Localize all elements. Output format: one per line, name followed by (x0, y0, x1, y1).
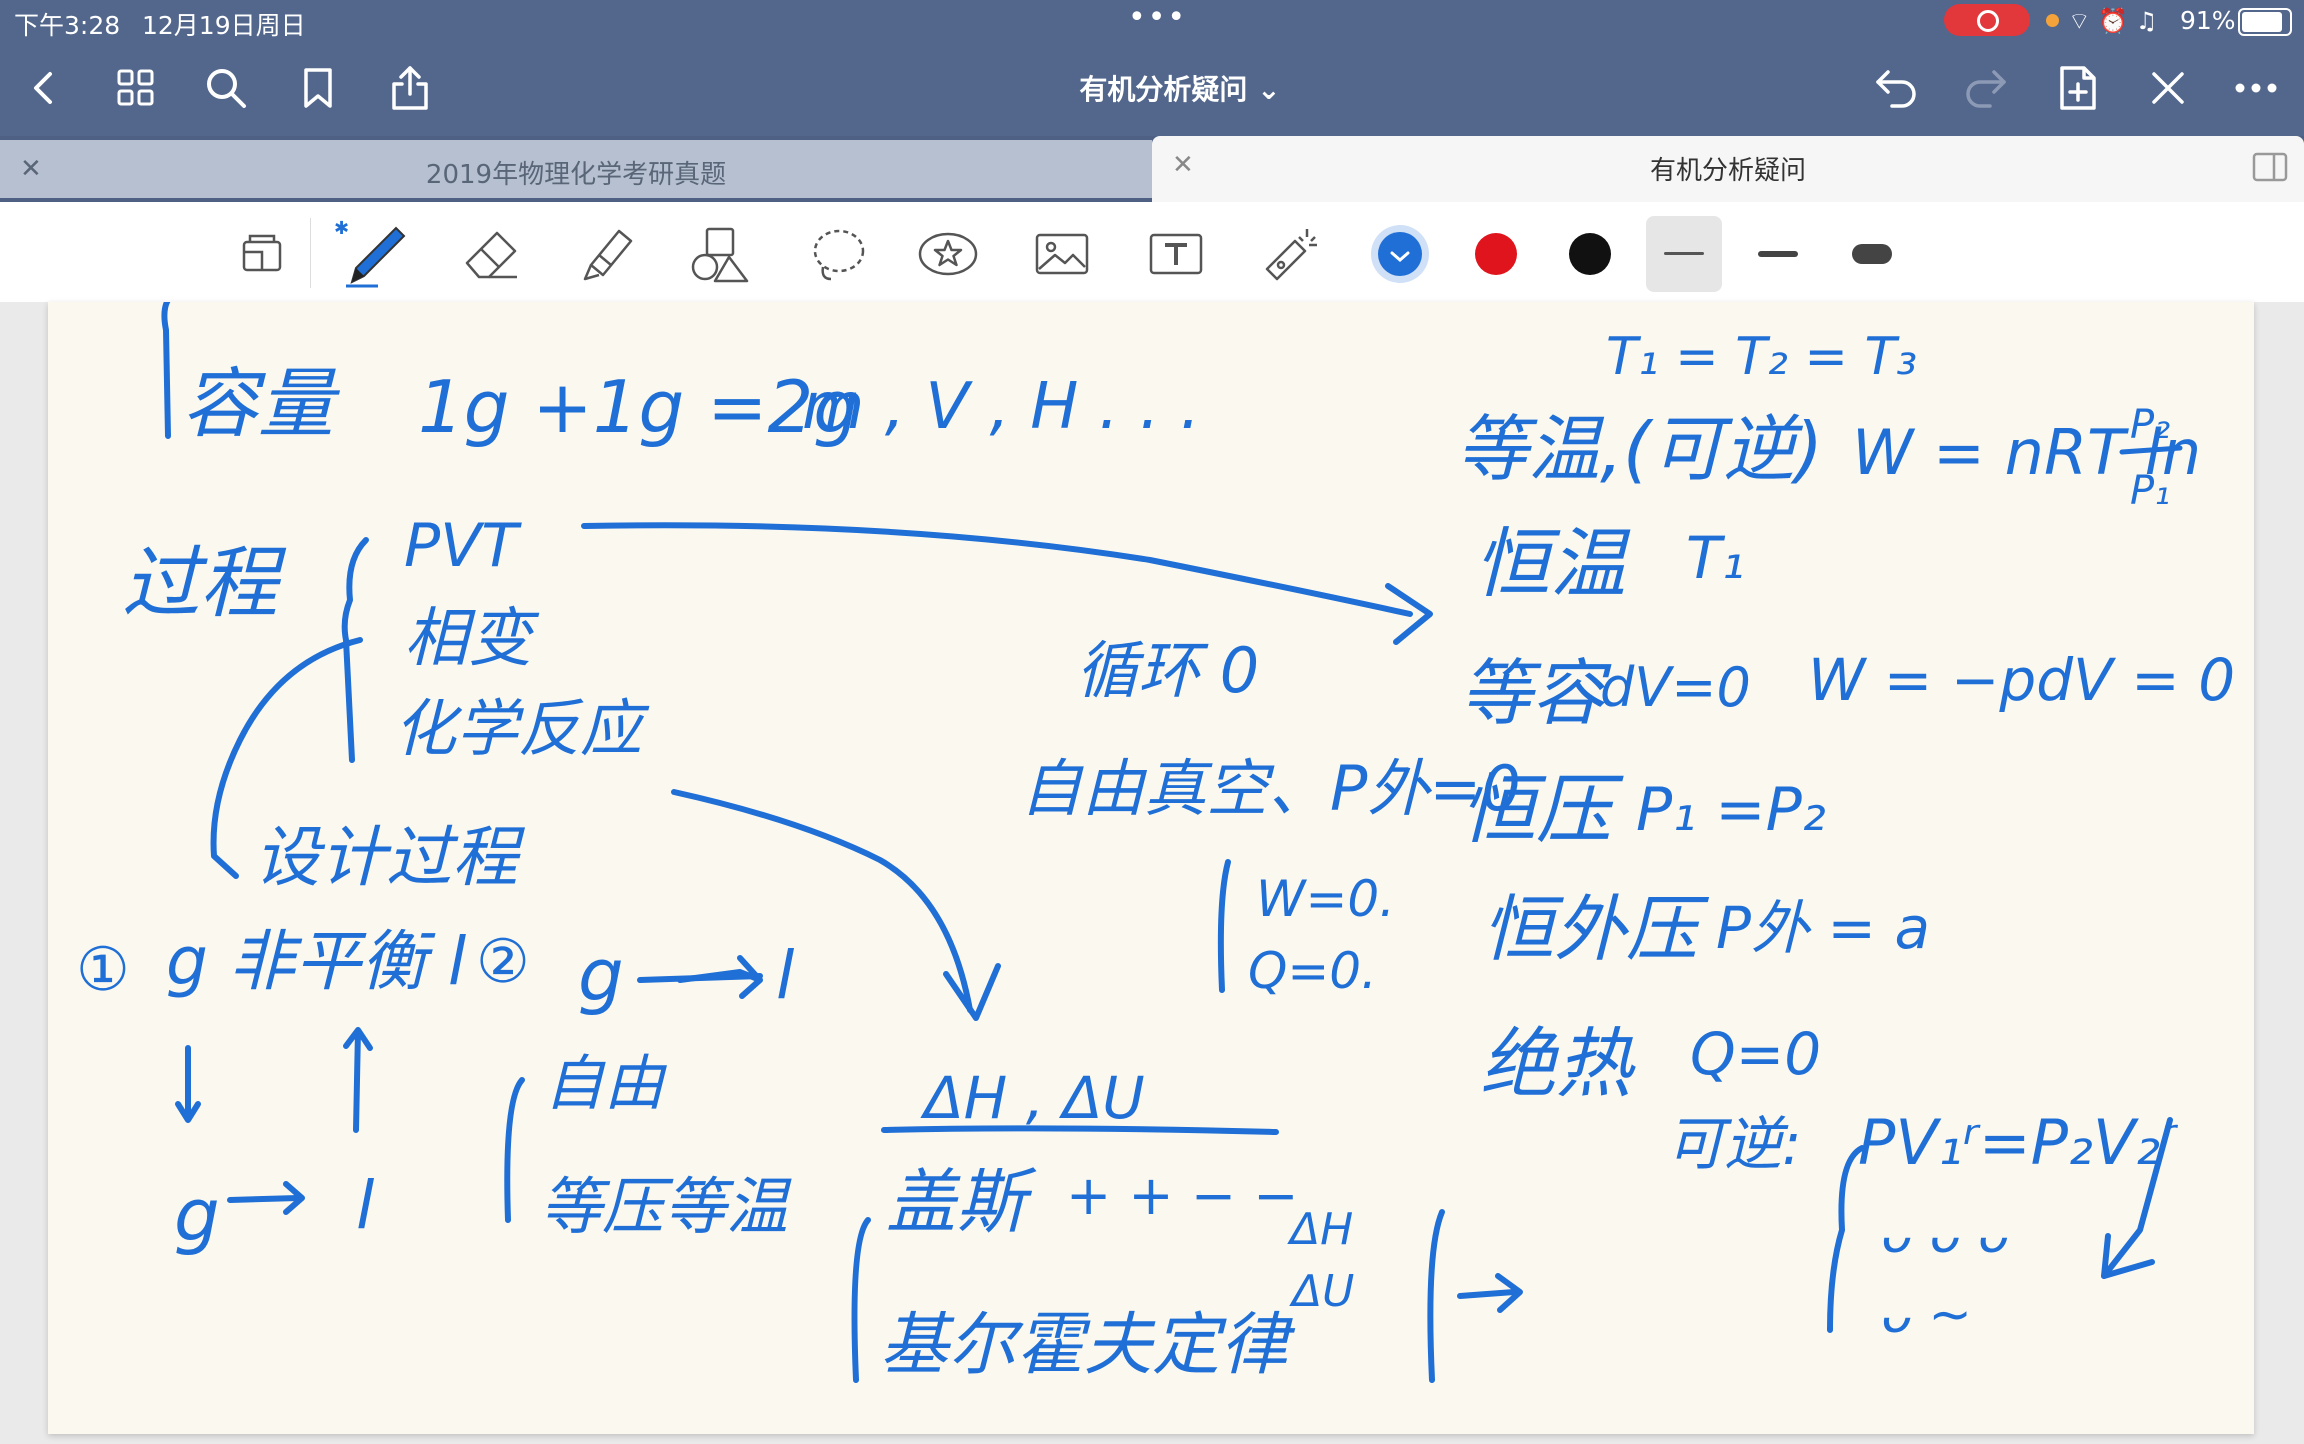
stroke-medium-button[interactable] (1746, 222, 1810, 286)
svg-text:g: g (578, 933, 624, 1017)
svg-text:基尔霍夫定律: 基尔霍夫定律 (880, 1306, 1296, 1385)
svg-text:循环 0: 循环 0 (1076, 634, 1259, 707)
svg-text:化学反应: 化学反应 (394, 692, 650, 765)
svg-text:P₁: P₁ (2130, 468, 2170, 514)
svg-text:等容: 等容 (1460, 651, 1612, 735)
svg-text:可逆:: 可逆: (1666, 1110, 1802, 1178)
undo-icon[interactable] (1866, 58, 1926, 118)
stroke-thick-button[interactable] (1840, 222, 1904, 286)
bookmark-icon[interactable] (288, 58, 348, 118)
svg-text:T₁ = T₂ = T₃: T₁ = T₂ = T₃ (1606, 327, 1917, 387)
eraser-icon[interactable] (460, 222, 524, 286)
svg-text:Q=0: Q=0 (1690, 1020, 1821, 1088)
svg-text:dV=0: dV=0 (1600, 656, 1751, 719)
wifi-alarm-headphone-icon: ⌔ ⏰ ♫ (2068, 7, 2158, 35)
status-time: 下午3:28 (14, 11, 121, 40)
svg-text:PV₁ʳ=P₂V₂ʳ: PV₁ʳ=P₂V₂ʳ (1858, 1106, 2178, 1179)
tab-physical-chemistry[interactable]: ✕ 2019年物理化学考研真题 (0, 140, 1152, 198)
svg-text:ᴗ ᴗ ᴗ: ᴗ ᴗ ᴗ (1880, 1205, 2009, 1265)
toolbar-divider (310, 218, 311, 288)
mic-indicator-icon (2046, 14, 2059, 27)
battery-icon (2238, 8, 2292, 36)
svg-text:恒温: 恒温 (1474, 519, 1631, 608)
laser-pointer-icon[interactable] (1258, 222, 1322, 286)
svg-text:恒外压: 恒外压 (1482, 887, 1710, 971)
svg-text:①: ① (76, 935, 130, 1005)
svg-text:g 非平衡 l: g 非平衡 l (166, 923, 467, 1000)
share-icon[interactable] (380, 58, 440, 118)
svg-text:l: l (776, 937, 795, 1014)
svg-text:等温,(可逆): 等温,(可逆) (1456, 407, 1823, 491)
svg-text:盖斯: 盖斯 (886, 1161, 1037, 1243)
text-tool-icon[interactable] (1144, 222, 1208, 286)
svg-text:绝热: 绝热 (1480, 1019, 1636, 1108)
battery-percent: 91% (2180, 6, 2236, 35)
redo-icon[interactable] (1956, 58, 2016, 118)
svg-text:ΔU: ΔU (1289, 1266, 1354, 1317)
svg-text:ΔH: ΔH (1287, 1204, 1353, 1255)
status-bar: 下午3:28 12月19日周日 ••• ⌔ ⏰ ♫ 91% (0, 0, 2304, 40)
lasso-icon[interactable] (806, 222, 870, 286)
svg-text:l: l (356, 1167, 375, 1244)
more-icon[interactable] (2226, 58, 2286, 118)
svg-text:设计过程: 设计过程 (254, 819, 526, 896)
svg-text:1g +1g =2g: 1g +1g =2g (418, 365, 859, 449)
color-swatch-blue[interactable] (1368, 222, 1432, 286)
svg-text:ΔH , ΔU: ΔH , ΔU (920, 1064, 1145, 1132)
document-title[interactable]: 有机分析疑问 ⌄ (1030, 68, 1330, 108)
svg-text:m , V , H . . .: m , V , H . . . (802, 370, 1200, 444)
screen-record-indicator-icon[interactable] (1944, 4, 2030, 36)
top-nav-bar: 有机分析疑问 ⌄ (0, 40, 2304, 136)
svg-text:✱: ✱ (334, 218, 349, 239)
svg-text:g: g (174, 1173, 220, 1257)
highlighter-icon[interactable] (576, 222, 640, 286)
split-view-icon[interactable] (2252, 152, 2288, 191)
svg-text:P₂: P₂ (2130, 402, 2170, 448)
drawing-toolbar: ✱ (0, 202, 2304, 303)
pen-tool-icon[interactable]: ✱ (334, 218, 414, 288)
note-page[interactable]: 容量 1g +1g =2g m , V , H . . . 过程 PVT 相变 … (48, 302, 2254, 1434)
svg-text:恒压: 恒压 (1460, 765, 1624, 854)
svg-text:+ + − −: + + − − (1066, 1164, 1298, 1227)
color-swatch-black[interactable] (1558, 222, 1622, 286)
svg-text:②: ② (476, 927, 530, 997)
svg-text:P₁ =P₂: P₁ =P₂ (1636, 775, 1826, 845)
tab-label: 有机分析疑问 (1649, 156, 1806, 186)
image-icon[interactable] (1030, 222, 1094, 286)
tab-label: 2019年物理化学考研真题 (425, 160, 727, 190)
svg-text:PVT: PVT (404, 511, 522, 581)
svg-text:W=0.: W=0. (1256, 870, 1395, 928)
sticker-icon[interactable] (916, 222, 980, 286)
svg-text:P外 = a: P外 = a (1716, 894, 1930, 962)
add-page-icon[interactable] (2048, 58, 2108, 118)
close-pen-icon[interactable] (2138, 58, 2198, 118)
tab-organic-analysis[interactable]: ✕ 有机分析疑问 (1152, 136, 2304, 202)
color-swatch-red[interactable] (1464, 222, 1528, 286)
svg-text:自由真空、P外=0: 自由真空、P外=0 (1020, 752, 1521, 825)
svg-text:Q=0.: Q=0. (1248, 942, 1377, 1000)
svg-text:T₁: T₁ (1686, 524, 1745, 592)
multitask-dots-icon[interactable]: ••• (1128, 0, 1187, 35)
svg-text:W = −pdV = 0: W = −pdV = 0 (1808, 646, 2235, 714)
svg-text:ᴗ ∼: ᴗ ∼ (1880, 1285, 1972, 1345)
handwriting-ink: 容量 1g +1g =2g m , V , H . . . 过程 PVT 相变 … (76, 302, 2235, 1385)
shapes-icon[interactable] (688, 222, 752, 286)
svg-text:容量: 容量 (182, 359, 341, 448)
grid-icon[interactable] (106, 58, 166, 118)
status-date: 12月19日周日 (142, 11, 306, 40)
stroke-thin-button[interactable] (1646, 216, 1722, 292)
svg-text:相变: 相变 (404, 602, 540, 676)
back-icon[interactable] (14, 58, 74, 118)
search-icon[interactable] (196, 58, 256, 118)
svg-text:自由: 自由 (544, 1049, 667, 1119)
svg-text:过程: 过程 (122, 539, 287, 629)
tab-bar: ✕ 2019年物理化学考研真题 ✕ 有机分析疑问 (0, 136, 2304, 202)
svg-text:等压等温: 等压等温 (540, 1170, 792, 1243)
reader-mode-icon[interactable] (230, 222, 294, 286)
